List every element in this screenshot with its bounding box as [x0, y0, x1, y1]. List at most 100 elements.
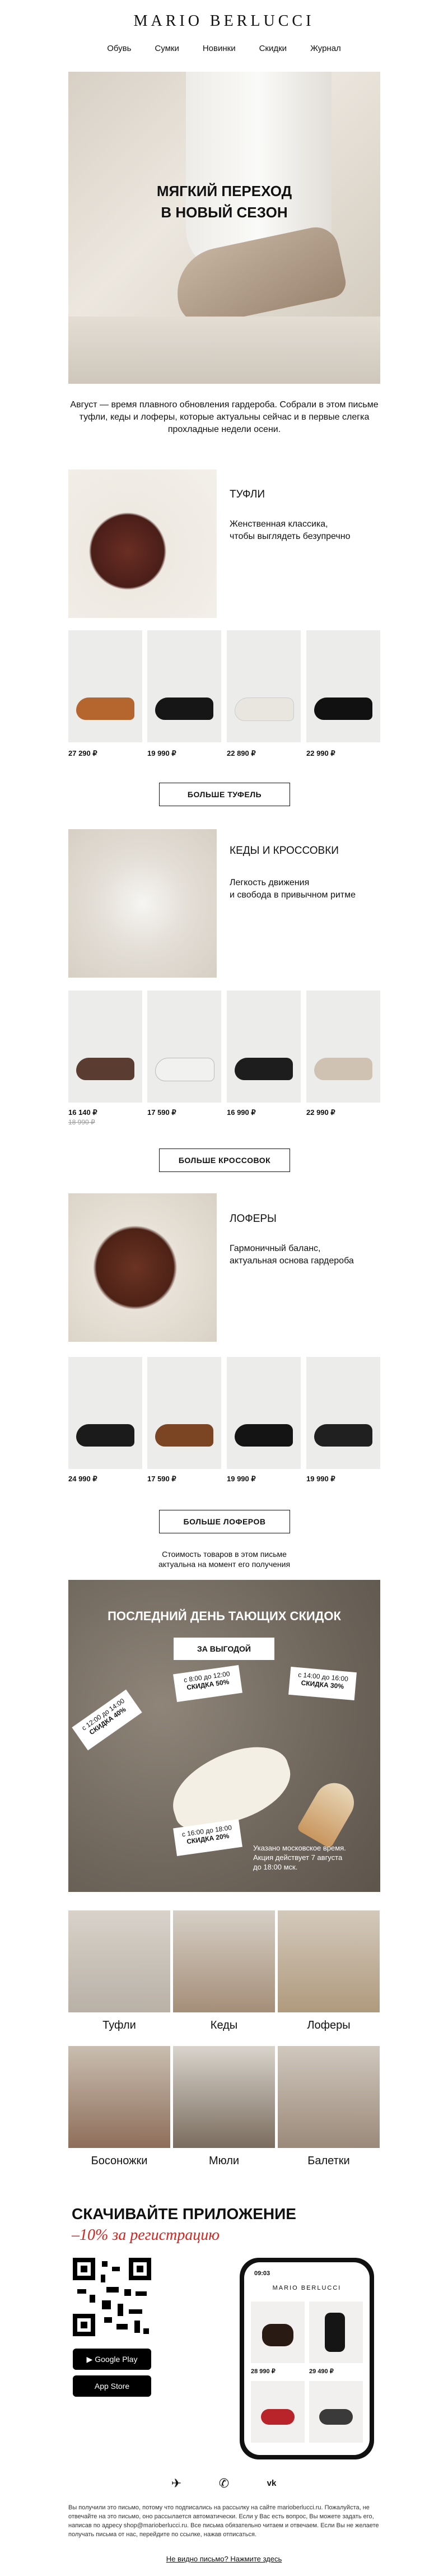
nav-item-sale[interactable]: Скидки — [259, 44, 287, 53]
category-label[interactable]: Балетки — [278, 2155, 380, 2168]
product-shoe — [314, 698, 372, 720]
more-loafers-button[interactable]: БОЛЬШЕ ЛОФЕРОВ — [159, 1510, 290, 1533]
product-price: 16 990 ₽ — [227, 1108, 256, 1117]
section-pumps-image[interactable] — [68, 469, 217, 618]
brand-logo[interactable]: MARIO BERLUCCI — [0, 12, 448, 30]
product-price: 17 590 ₽ — [147, 1108, 176, 1117]
phone-mockup: 09:03 MARIO BERLUCCI 28 990 ₽ 29 490 ₽ — [240, 2258, 374, 2459]
category-sandals-image[interactable] — [68, 2046, 170, 2148]
phone-product-image — [251, 2301, 305, 2363]
phone-price: 29 490 ₽ — [309, 2368, 334, 2375]
product-price: 17 590 ₽ — [147, 1475, 176, 1483]
section-loafers-title: ЛОФЕРЫ — [230, 1213, 277, 1225]
product-card[interactable] — [227, 1357, 301, 1469]
product-card[interactable] — [147, 630, 221, 742]
app-store-button[interactable]: App Store — [73, 2375, 151, 2397]
phone-product-image — [309, 2301, 363, 2363]
category-ballets-image[interactable] — [278, 2046, 380, 2148]
discount-tag: с 8:00 до 12:00 СКИДКА 50% — [173, 1665, 242, 1702]
product-card[interactable] — [306, 1357, 380, 1469]
product-price: 22 990 ₽ — [306, 1108, 335, 1117]
product-price: 22 890 ₽ — [227, 749, 256, 757]
hero-steps — [68, 317, 380, 384]
product-card[interactable] — [306, 630, 380, 742]
section-loafers-subtitle: Гармоничный баланс, актуальная основа гар… — [230, 1244, 354, 1266]
hero-title: МЯГКИЙ ПЕРЕХОД В НОВЫЙ СЕЗОН — [156, 183, 292, 221]
product-card[interactable] — [147, 1357, 221, 1469]
legal-text: Вы получили это письмо, потому что подпи… — [68, 2504, 379, 2538]
phone-price: 28 990 ₽ — [251, 2368, 276, 2375]
product-card[interactable] — [227, 991, 301, 1103]
section-pumps-subtitle: Женственная классика, чтобы выглядеть без… — [230, 519, 351, 541]
whatsapp-icon[interactable]: ✆ — [216, 2475, 232, 2492]
product-card[interactable] — [227, 630, 301, 742]
nav-item-new[interactable]: Новинки — [203, 44, 236, 53]
product-card[interactable] — [306, 991, 380, 1103]
product-price: 19 990 ₽ — [227, 1475, 256, 1483]
section-pumps-title: ТУФЛИ — [230, 489, 265, 500]
phone-screen: 09:03 MARIO BERLUCCI 28 990 ₽ 29 490 ₽ — [244, 2262, 370, 2455]
top-nav: Обувь Сумки Новинки Скидки Журнал — [0, 44, 448, 53]
phone-product-image — [309, 2381, 363, 2443]
phone-time: 09:03 — [254, 2270, 270, 2277]
promo-banner[interactable]: ПОСЛЕДНИЙ ДЕНЬ ТАЮЩИХ СКИДОК ЗА ВЫГОДОЙ … — [68, 1580, 380, 1892]
category-loafers-image[interactable] — [278, 1910, 380, 2012]
product-shoe — [76, 1424, 134, 1447]
product-card[interactable] — [68, 1357, 142, 1469]
promo-button[interactable]: ЗА ВЫГОДОЙ — [174, 1638, 274, 1660]
product-price: 22 990 ₽ — [306, 749, 335, 757]
category-sneakers-image[interactable] — [173, 1910, 275, 2012]
intro-text: Август — время плавного обновления гарде… — [70, 400, 379, 434]
vk-icon[interactable]: vk — [263, 2475, 280, 2492]
product-shoe — [76, 698, 134, 720]
app-promo: –10% за регистрацию — [72, 2226, 220, 2244]
qr-code[interactable] — [73, 2258, 151, 2336]
category-label[interactable]: Мюли — [173, 2155, 275, 2168]
nav-item-journal[interactable]: Журнал — [310, 44, 341, 53]
view-online-link[interactable]: Не видно письмо? Нажмите здесь — [0, 2555, 448, 2563]
product-shoe — [235, 1058, 293, 1080]
product-shoe — [314, 1424, 372, 1447]
ice-cream-cone — [296, 1775, 361, 1849]
category-label[interactable]: Босоножки — [68, 2155, 170, 2168]
product-shoe — [235, 698, 294, 721]
product-old-price: 18 990 ₽ — [68, 1118, 95, 1126]
product-shoe — [155, 1424, 213, 1447]
app-title: СКАЧИВАЙТЕ ПРИЛОЖЕНИЕ — [72, 2205, 296, 2222]
google-play-button[interactable]: ▶ Google Play — [73, 2349, 151, 2370]
product-price: 19 990 ₽ — [147, 749, 176, 757]
section-loafers-image[interactable] — [68, 1193, 217, 1342]
product-price: 27 290 ₽ — [68, 749, 97, 757]
product-shoe — [235, 1424, 293, 1447]
product-card[interactable] — [147, 991, 221, 1103]
product-card[interactable] — [68, 991, 142, 1103]
nav-item-shoes[interactable]: Обувь — [107, 44, 131, 53]
product-price: 16 140 ₽ — [68, 1108, 97, 1117]
product-shoe — [155, 698, 213, 720]
section-sneakers-subtitle: Легкость движения и свобода в привычном р… — [230, 878, 356, 900]
section-sneakers-title: КЕДЫ И КРОССОВКИ — [230, 845, 339, 857]
nav-item-bags[interactable]: Сумки — [155, 44, 179, 53]
promo-note: Указано московское время. Акция действует… — [253, 1844, 346, 1871]
phone-product-image — [251, 2381, 305, 2443]
category-label[interactable]: Туфли — [68, 2019, 170, 2032]
telegram-icon[interactable]: ✈ — [168, 2475, 185, 2492]
discount-tag: с 12:00 до 14:00 СКИДКА 40% — [72, 1689, 142, 1751]
section-sneakers-image[interactable] — [68, 829, 217, 978]
category-mules-image[interactable] — [173, 2046, 275, 2148]
category-pumps-image[interactable] — [68, 1910, 170, 2012]
product-shoe — [314, 1058, 372, 1080]
more-sneakers-button[interactable]: БОЛЬШЕ КРОССОВОК — [159, 1148, 290, 1172]
product-price: 24 990 ₽ — [68, 1475, 97, 1483]
stock-note: Стоимость товаров в этом письме актуальна… — [158, 1550, 291, 1569]
promo-title: ПОСЛЕДНИЙ ДЕНЬ ТАЮЩИХ СКИДОК — [108, 1609, 341, 1623]
discount-tag: с 14:00 до 16:00 СКИДКА 30% — [288, 1666, 357, 1701]
phone-brand: MARIO BERLUCCI — [272, 2285, 342, 2291]
more-pumps-button[interactable]: БОЛЬШЕ ТУФЕЛЬ — [159, 783, 290, 806]
category-label[interactable]: Кеды — [173, 2019, 275, 2032]
product-shoe — [155, 1058, 214, 1081]
category-label[interactable]: Лоферы — [278, 2019, 380, 2032]
product-card[interactable] — [68, 630, 142, 742]
hero-image[interactable] — [68, 72, 380, 384]
product-shoe — [76, 1058, 134, 1080]
